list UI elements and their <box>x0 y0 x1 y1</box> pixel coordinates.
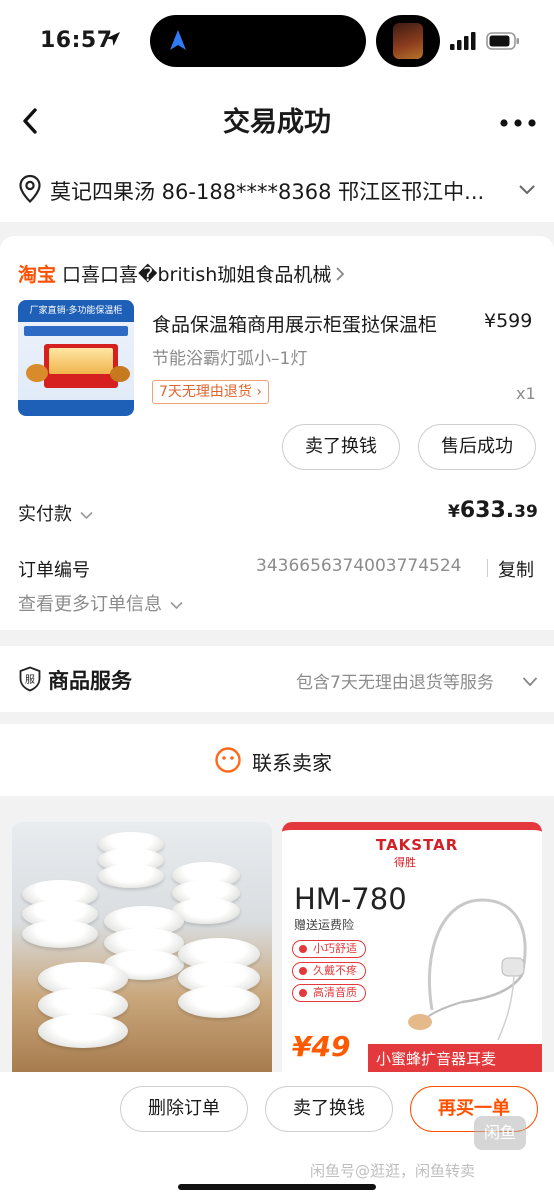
return-policy-tag[interactable]: 7天无理由退货 › <box>152 380 269 404</box>
chevron-right-icon: › <box>256 384 262 400</box>
paid-amount-integer: 633. <box>459 498 515 523</box>
clock: 16:57 <box>40 28 113 53</box>
copy-order-number-button[interactable]: 复制 <box>498 556 534 582</box>
home-indicator[interactable] <box>178 1184 376 1190</box>
navigation-arrow-icon <box>170 30 186 50</box>
currency-symbol: ¥ <box>448 502 460 522</box>
product-image-glass <box>49 348 113 374</box>
cellular-signal-icon <box>450 32 476 50</box>
recommended-product-bowls[interactable] <box>12 822 272 1072</box>
return-policy-label: 7天无理由退货 <box>159 384 252 400</box>
order-card: 淘宝 口喜口喜�british珈姐食品机械 厂家直销·多功能保温柜 食品保温箱商用… <box>0 236 554 630</box>
more-order-info-toggle[interactable]: 查看更多订单信息 <box>18 590 183 616</box>
quantity: x1 <box>516 384 536 403</box>
service-description: 包含7天无理由退货等服务 <box>296 673 494 693</box>
shop-row[interactable]: 淘宝 口喜口喜�british珈姐食品机械 <box>18 260 345 286</box>
product-service-row[interactable]: 服 商品服务 包含7天无理由退货等服务 <box>0 646 554 712</box>
chat-smile-icon <box>215 747 241 773</box>
product-model: HM-780 <box>294 882 407 916</box>
service-icon-text: 服 <box>25 674 35 686</box>
recommend-price: ¥49 <box>292 1030 351 1063</box>
shipping-address-row[interactable]: 莫记四果汤 86-188****8368 邗江区邗江中... <box>0 158 554 222</box>
dynamic-island <box>150 15 366 67</box>
live-activity-pill[interactable] <box>376 15 440 67</box>
delete-order-button[interactable]: 删除订单 <box>120 1086 248 1132</box>
more-order-info-label: 查看更多订单信息 <box>18 594 162 615</box>
order-number-label: 订单编号 <box>18 560 90 581</box>
gift-note: 赠送运费险 <box>294 918 355 932</box>
bowl <box>38 1014 128 1048</box>
chevron-down-icon <box>80 511 93 520</box>
chevron-right-icon <box>336 267 345 281</box>
product-price: ¥599 <box>484 310 533 332</box>
feature-tag: 久戴不疼 <box>292 962 366 980</box>
product-image-food <box>110 366 130 382</box>
nav-bar: 交易成功 <box>0 82 554 158</box>
watermark-logo: 闲鱼 <box>474 1116 526 1150</box>
product-title[interactable]: 食品保温箱商用展示柜蛋挞保温柜 <box>152 310 437 337</box>
paid-label: 实付款 <box>18 504 72 525</box>
feature-tag: 小巧舒适 <box>292 940 366 958</box>
recommended-product-headset[interactable]: TAKSTAR 得胜 HM-780 赠送运费险 小巧舒适 久戴不疼 高清音质 ¥… <box>282 822 542 1072</box>
product-image-footer <box>18 400 134 416</box>
paid-amount: ¥633.39 <box>448 498 538 523</box>
product-image-food <box>26 364 48 382</box>
product-image[interactable]: 厂家直销·多功能保温柜 <box>18 300 134 416</box>
page-title: 交易成功 <box>223 107 331 138</box>
chevron-down-icon <box>170 601 183 610</box>
bowl <box>178 986 260 1018</box>
brand-logo: TAKSTAR <box>376 836 459 854</box>
watermark-text: 闲鱼号@逛逛，闲鱼转卖 <box>310 1162 476 1180</box>
bowl <box>22 920 98 948</box>
app-thumbnail <box>393 23 423 59</box>
location-pin-icon <box>19 174 41 204</box>
sell-item-button[interactable]: 卖了换钱 <box>265 1086 393 1132</box>
battery-icon <box>486 32 519 50</box>
recommend-banner: 小蜜蜂扩音器耳麦 <box>368 1044 542 1072</box>
feature-tag: 高清音质 <box>292 984 366 1002</box>
service-shield-icon: 服 <box>19 666 41 692</box>
status-bar: 16:57 <box>0 0 554 82</box>
product-image-sub-banner <box>24 326 128 336</box>
taobao-logo: 淘宝 <box>18 264 57 286</box>
contact-seller-label: 联系卖家 <box>252 751 332 775</box>
more-options-icon[interactable] <box>498 118 538 128</box>
bowl <box>98 864 164 888</box>
chevron-down-icon <box>519 185 535 195</box>
service-title: 商品服务 <box>48 669 132 693</box>
brand-logo-cn: 得胜 <box>394 856 416 869</box>
contact-seller-row[interactable]: 联系卖家 <box>0 724 554 796</box>
shop-name: 口喜口喜�british珈姐食品机械 <box>62 264 332 286</box>
chevron-down-icon <box>522 677 538 687</box>
product-spec: 节能浴霸灯弧小–1灯 <box>152 349 308 369</box>
after-sale-button[interactable]: 售后成功 <box>418 424 536 470</box>
location-arrow-icon <box>106 32 120 46</box>
address-text: 莫记四果汤 86-188****8368 邗江区邗江中... <box>50 180 485 204</box>
product-image-header: 厂家直销·多功能保温柜 <box>18 300 134 322</box>
paid-amount-decimal: 39 <box>514 502 538 522</box>
order-number: 3436656374003774524 <box>256 556 462 576</box>
paid-amount-toggle[interactable]: 实付款 <box>18 500 93 526</box>
sell-item-button[interactable]: 卖了换钱 <box>282 424 400 470</box>
headset-microphone-icon <box>408 898 527 1040</box>
bottom-action-bar: 删除订单 卖了换钱 再买一单 闲鱼 闲鱼号@逛逛，闲鱼转卖 <box>0 1072 554 1200</box>
divider <box>487 559 488 577</box>
